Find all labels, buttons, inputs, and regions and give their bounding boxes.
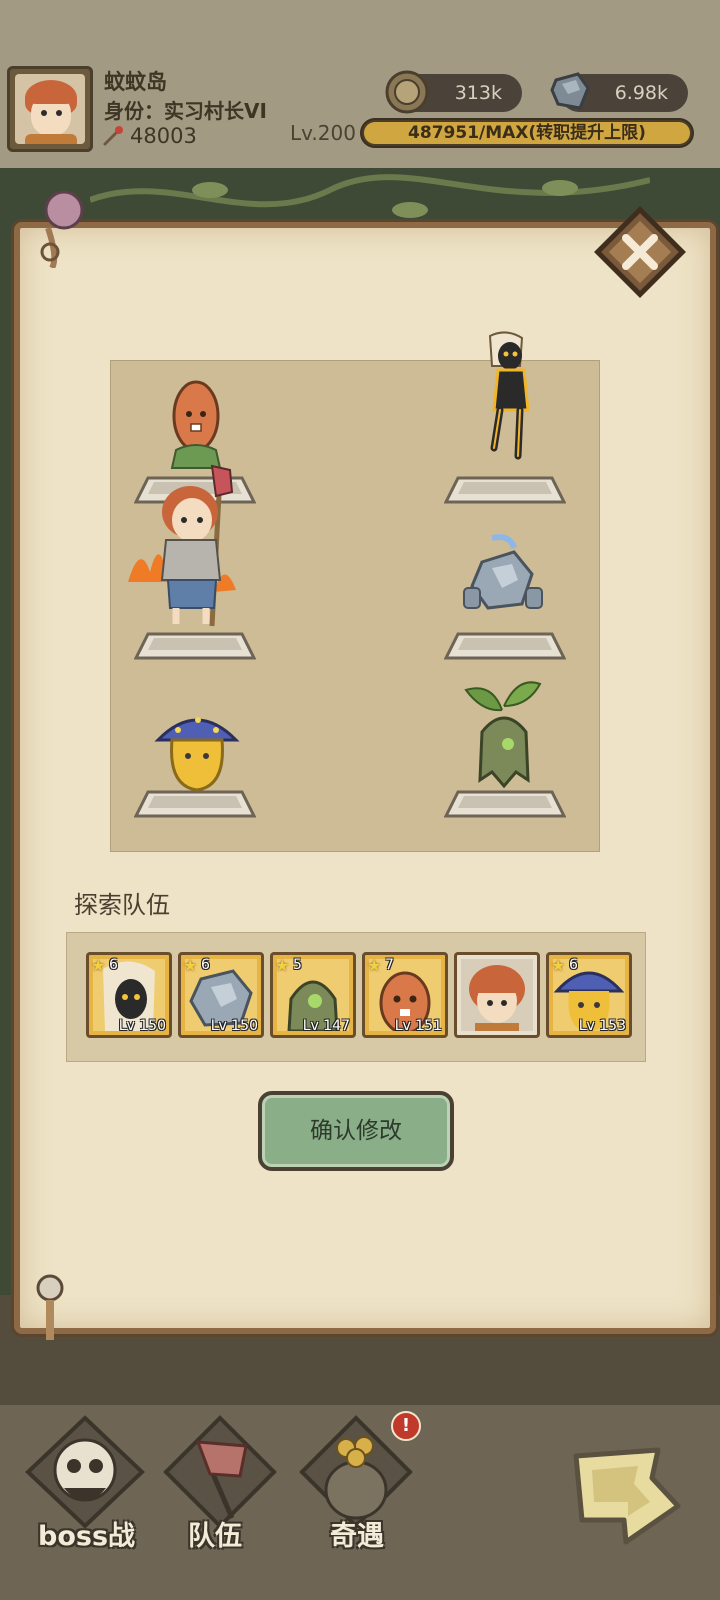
team-slot-carrot-monster[interactable]: ★ 7 Lv 151 (362, 952, 448, 1038)
power-sword-icon (103, 126, 123, 146)
slot-level: Lv 151 (394, 1018, 442, 1034)
nav-boss-label: boss战 (38, 1521, 136, 1552)
star-icon: ★ (183, 956, 198, 975)
exp-bar: 487951/MAX(转职提升上限) (362, 120, 692, 146)
player-level: Lv.200 (290, 121, 356, 145)
coin-amount: 313k (454, 82, 502, 104)
star-icon: ★ (551, 956, 566, 975)
team-slot-sprout-spirit[interactable]: ★ 5 Lv 147 (270, 952, 356, 1038)
hero-boy-portrait-icon (469, 965, 525, 1031)
player-title: 身份：实习村长VI (104, 99, 267, 123)
slot-star-count: 6 (109, 957, 118, 973)
vine-decoration (90, 174, 650, 218)
slot-star-count: 6 (201, 957, 210, 973)
rope-pin-icon (36, 1274, 64, 1340)
back-arrow-button[interactable] (566, 1436, 686, 1552)
slot-level: Lv 150 (210, 1018, 258, 1034)
nav-encounter-label: 奇遇 (330, 1521, 384, 1552)
star-icon: ★ (275, 956, 290, 975)
carrot-monster-unit[interactable] (160, 376, 232, 476)
ore-gem-icon (550, 72, 590, 110)
slot-star-count: 7 (385, 957, 394, 973)
sprout-spirit-unit[interactable] (462, 676, 544, 790)
close-button[interactable] (588, 200, 692, 304)
mushroom-spirit-unit[interactable] (154, 706, 240, 794)
shadow-girl-unit[interactable] (468, 330, 544, 466)
slot-level: Lv 147 (302, 1018, 350, 1034)
star-icon: ★ (91, 956, 106, 975)
notification-badge: ! (391, 1411, 421, 1441)
slot-level: Lv 150 (118, 1018, 166, 1034)
player-power: 48003 (130, 124, 197, 148)
slot-level: Lv 153 (578, 1018, 626, 1034)
hero-boy-unit[interactable] (120, 462, 250, 632)
formation-slot-right-2[interactable] (444, 628, 566, 664)
formation-slot-right-1[interactable] (444, 472, 566, 508)
nav-boss-battle[interactable]: boss战 (20, 1414, 150, 1564)
confirm-changes-button[interactable]: 确认修改 (258, 1091, 454, 1171)
slot-star-count: 6 (569, 957, 578, 973)
formation-slot-left-2[interactable] (134, 628, 256, 664)
slot-star-count: 5 (293, 957, 302, 973)
formation-slot-right-3[interactable] (444, 786, 566, 822)
team-slot-rock-golem[interactable]: ★ 6 Lv 150 (178, 952, 264, 1038)
nav-team[interactable]: 队伍 (160, 1414, 280, 1564)
team-slot-hero-boy[interactable] (454, 952, 540, 1038)
rope-pin-icon (40, 190, 84, 268)
exp-text: 487951/MAX(转职提升上限) (408, 123, 646, 143)
coin-icon (385, 70, 429, 114)
player-avatar[interactable] (7, 66, 93, 152)
nav-team-label: 队伍 (188, 1521, 242, 1552)
star-icon: ★ (367, 956, 382, 975)
player-name: 蚊蚊岛 (104, 70, 167, 94)
team-slot-shadow-girl[interactable]: ★ 6 Lv 150 (86, 952, 172, 1038)
team-label: 探索队伍 (74, 891, 170, 919)
gem-amount: 6.98k (614, 82, 668, 104)
rock-golem-unit[interactable] (462, 534, 544, 620)
confirm-button-label: 确认修改 (310, 1118, 402, 1144)
team-slot-mushroom-spirit[interactable]: ★ 6 Lv 153 (546, 952, 632, 1038)
